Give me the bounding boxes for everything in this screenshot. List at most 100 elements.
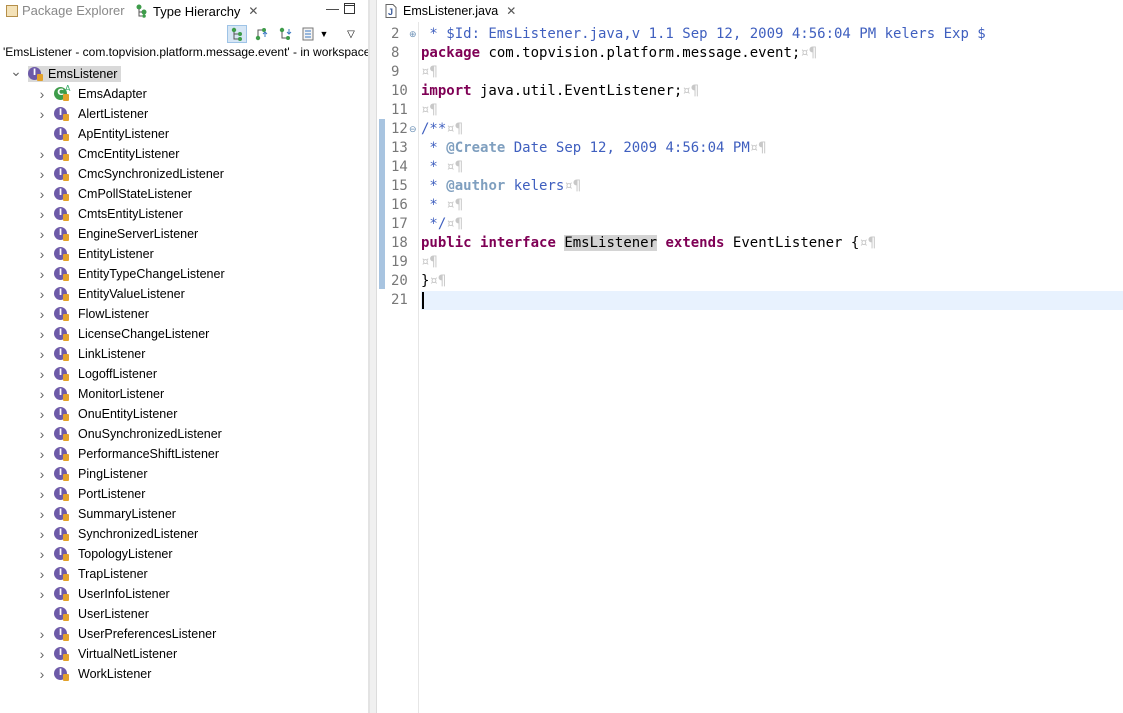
annotation-ruler[interactable] [377, 22, 385, 713]
chevron-right-icon[interactable]: › [36, 546, 48, 562]
tree-item-alertlistener[interactable]: › I AlertListener [36, 104, 149, 124]
tab-emslistener-java[interactable]: J EmsListener.java ✕ [381, 0, 520, 21]
code-line[interactable]: }¤¶ [421, 272, 1123, 291]
code-line[interactable]: import java.util.EventListener;¤¶ [421, 82, 1123, 101]
chevron-right-icon[interactable]: › [36, 446, 48, 462]
tree-item-cmtsentitylistener[interactable]: › I CmtsEntityListener [36, 204, 183, 224]
chevron-right-icon[interactable]: › [36, 266, 48, 282]
chevron-right-icon[interactable]: › [36, 666, 48, 682]
chevron-right-icon[interactable]: › [36, 206, 48, 222]
code-line[interactable]: * @author kelers¤¶ [421, 177, 1123, 196]
tree-item-onusynchronizedlistener[interactable]: › I OnuSynchronizedListener [36, 424, 222, 444]
tree-item-summarylistener[interactable]: › I SummaryListener [36, 504, 176, 524]
chevron-down-icon[interactable]: ⌄ [10, 63, 22, 80]
chevron-right-icon[interactable]: › [36, 366, 48, 382]
tree-item-cmcsynchronizedlistener[interactable]: › I CmcSynchronizedListener [36, 164, 224, 184]
code-line[interactable]: /**¤¶ [421, 120, 1123, 139]
chevron-right-icon[interactable]: › [36, 646, 48, 662]
tree-item-emsadapter[interactable]: › C A EmsAdapter [36, 84, 147, 104]
tree-item-flowlistener[interactable]: › I FlowListener [36, 304, 149, 324]
tab-type-hierarchy[interactable]: Type Hierarchy ✕ [129, 0, 264, 22]
show-type-hierarchy-button[interactable] [227, 25, 247, 43]
tree-item-entitytypechangelistener[interactable]: › I EntityTypeChangeListener [36, 264, 225, 284]
chevron-right-icon[interactable]: › [36, 526, 48, 542]
chevron-right-icon[interactable]: › [36, 146, 48, 162]
code-line[interactable]: public interface EmsListener extends Eve… [421, 234, 1123, 253]
close-icon[interactable]: ✕ [248, 4, 258, 18]
chevron-right-icon[interactable]: › [36, 326, 48, 342]
chevron-right-icon[interactable]: › [36, 406, 48, 422]
code-line[interactable]: ¤¶ [421, 101, 1123, 120]
chevron-right-icon[interactable]: › [36, 486, 48, 502]
chevron-right-icon[interactable]: › [36, 186, 48, 202]
tree-item-entitylistener[interactable]: › I EntityListener [36, 244, 154, 264]
maximize-icon[interactable] [344, 2, 355, 17]
code-line[interactable]: ¤¶ [421, 63, 1123, 82]
chevron-right-icon[interactable]: › [36, 466, 48, 482]
chevron-right-icon[interactable]: › [36, 566, 48, 582]
code-area[interactable]: * $Id: EmsListener.java,v 1.1 Sep 12, 20… [421, 22, 1123, 713]
tree-item-engineserverlistener[interactable]: › I EngineServerListener [36, 224, 199, 244]
chevron-right-icon[interactable]: › [36, 286, 48, 302]
code-line[interactable]: package com.topvision.platform.message.e… [421, 44, 1123, 63]
tree-item-pinglistener[interactable]: › I PingListener [36, 464, 148, 484]
tree-item-cmcentitylistener[interactable]: › I CmcEntityListener [36, 144, 180, 164]
chevron-right-icon[interactable]: › [36, 346, 48, 362]
tree-item-portlistener[interactable]: › I PortListener [36, 484, 146, 504]
tree-item-licensechangelistener[interactable]: › I LicenseChangeListener [36, 324, 210, 344]
tree-item-userpreferenceslistener[interactable]: › I UserPreferencesListener [36, 624, 217, 644]
chevron-right-icon[interactable]: › [36, 226, 48, 242]
code-line[interactable]: * @Create Date Sep 12, 2009 4:56:04 PM¤¶ [421, 139, 1123, 158]
chevron-right-icon[interactable]: › [36, 586, 48, 602]
tree-item-entityvaluelistener[interactable]: › I EntityValueListener [36, 284, 185, 304]
tree-item-virtualnetlistener[interactable]: › I VirtualNetListener [36, 644, 177, 664]
view-menu-button[interactable]: ▽ [343, 25, 359, 43]
line-number: 20 [391, 273, 408, 289]
tree-item-performanceshiftlistener[interactable]: › I PerformanceShiftListener [36, 444, 219, 464]
tree-item-linklistener[interactable]: › I LinkListener [36, 344, 146, 364]
code-token: EventListener { [724, 235, 860, 251]
minimize-icon[interactable]: — [326, 1, 339, 16]
tree-item-onuentitylistener[interactable]: › I OnuEntityListener [36, 404, 178, 424]
tree-item-worklistener[interactable]: › I WorkListener [36, 664, 152, 684]
code-line[interactable]: * ¤¶ [421, 158, 1123, 177]
chevron-right-icon[interactable]: › [36, 386, 48, 402]
tree-item-label: ApEntityListener [78, 127, 170, 141]
tree-item-logofflistener[interactable]: › I LogoffListener [36, 364, 157, 384]
tree-item-userlistener[interactable]: I UserListener [36, 604, 149, 624]
code-line[interactable]: * ¤¶ [421, 196, 1123, 215]
chevron-right-icon[interactable]: › [36, 306, 48, 322]
tree-item-cmpollstatelistener[interactable]: › I CmPollStateListener [36, 184, 192, 204]
history-dropdown-button[interactable]: ▼ [317, 25, 331, 43]
supertype-hierarchy-icon [255, 28, 268, 41]
fold-collapse-icon[interactable]: ⊖ [409, 120, 417, 139]
chevron-right-icon[interactable]: › [36, 426, 48, 442]
tree-item-userinfolistener[interactable]: › I UserInfoListener [36, 584, 170, 604]
show-supertype-hierarchy-button[interactable] [251, 25, 271, 43]
history-button[interactable] [299, 25, 319, 43]
code-line[interactable]: */¤¶ [421, 215, 1123, 234]
chevron-right-icon[interactable]: › [36, 106, 48, 122]
close-icon[interactable]: ✕ [506, 4, 516, 18]
tree-root-emslistener[interactable]: ⌄ I EmsListener [10, 63, 122, 84]
tree-item-monitorlistener[interactable]: › I MonitorListener [36, 384, 165, 404]
tree-item-synchronizedlistener[interactable]: › I SynchronizedListener [36, 524, 199, 544]
code-line[interactable] [421, 291, 1123, 310]
interface-icon: I [54, 466, 70, 482]
tree-item-traplistener[interactable]: › I TrapListener [36, 564, 148, 584]
chevron-right-icon[interactable]: › [36, 246, 48, 262]
code-line[interactable]: ¤¶ [421, 253, 1123, 272]
fold-expand-icon[interactable]: ⊕ [409, 25, 417, 44]
code-line[interactable]: * $Id: EmsListener.java,v 1.1 Sep 12, 20… [421, 25, 1123, 44]
chevron-right-icon[interactable]: › [36, 626, 48, 642]
chevron-right-icon[interactable]: › [36, 166, 48, 182]
show-subtype-hierarchy-button[interactable] [275, 25, 295, 43]
line-number: 16 [391, 197, 408, 213]
chevron-right-icon[interactable]: › [36, 506, 48, 522]
tree-item-topologylistener[interactable]: › I TopologyListener [36, 544, 173, 564]
tab-package-explorer[interactable]: Package Explorer [6, 0, 125, 21]
tree-item-apentitylistener[interactable]: I ApEntityListener [36, 124, 169, 144]
code-token: java.util.EventListener; [471, 83, 683, 99]
chevron-right-icon[interactable]: › [36, 86, 48, 102]
keyword-token: import [421, 83, 472, 99]
